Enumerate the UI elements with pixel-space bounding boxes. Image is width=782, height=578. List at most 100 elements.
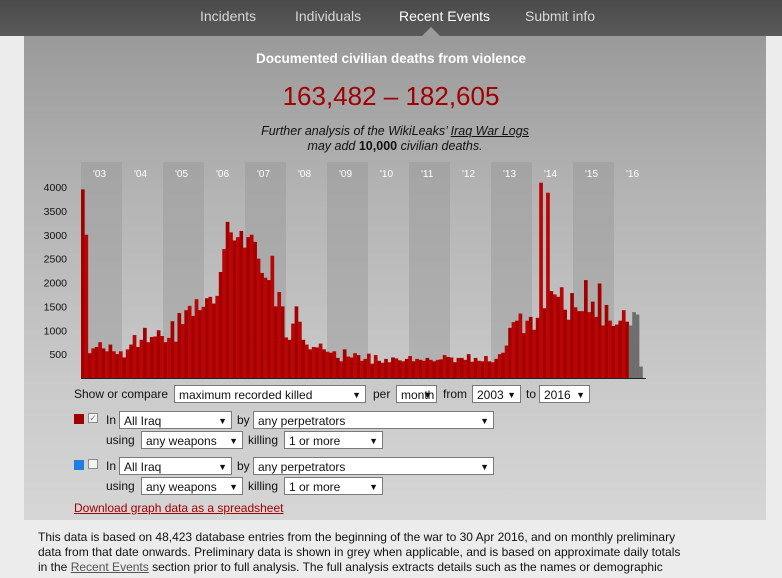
chart-bar-preliminary: [628, 325, 633, 378]
metric-select[interactable]: maximum recorded killed ▼: [174, 385, 366, 403]
chart-bar: [466, 354, 471, 379]
series1-by-label: by: [237, 413, 250, 427]
chart-bar: [422, 360, 426, 378]
tab-individuals[interactable]: Individuals: [295, 8, 361, 24]
chart-bar: [525, 320, 530, 378]
series1-perpetrators-select[interactable]: any perpetrators ▼: [253, 411, 494, 429]
monthly-deaths-chart: '03 '04 '05 '06 '07 '08 '09 '10 '11 '12 '13 '14 '15 '…: [44, 162, 646, 379]
series1-weapons-select[interactable]: any weapons ▼: [141, 431, 243, 449]
chart-bar: [318, 343, 323, 378]
recent-events-link[interactable]: Recent Events: [71, 560, 149, 574]
description-line-3: in the Recent Events section prior to fu…: [38, 560, 750, 575]
series1-checkbox[interactable]: ✓: [88, 413, 98, 423]
show-compare-label: Show or compare: [74, 387, 169, 401]
series1-region-select[interactable]: All Iraq ▼: [119, 411, 232, 429]
chart-bar: [218, 272, 223, 378]
chart-bar: [98, 342, 102, 378]
death-count-range: 163,482 – 182,605: [282, 81, 500, 111]
chart-bar: [294, 306, 299, 379]
chart-bar: [335, 357, 340, 378]
further-line2-prefix: may add: [307, 139, 359, 153]
chart-bar: [542, 308, 547, 378]
x-tick-label: '11: [421, 169, 434, 180]
chart-bar: [122, 357, 127, 378]
chart-bar: [125, 349, 130, 378]
to-label: to: [526, 387, 537, 401]
series1-color-swatch[interactable]: [74, 414, 84, 424]
data-description: This data is based on 48,423 database en…: [38, 530, 750, 575]
chart-bar: [325, 351, 330, 378]
chart-bar: [601, 325, 605, 378]
download-spreadsheet-link[interactable]: Download graph data as a spreadsheet: [74, 501, 283, 515]
chart-bar: [129, 344, 133, 378]
chart-bar: [208, 296, 213, 378]
chart-bar: [360, 360, 364, 378]
series2-weapons-value: any weapons: [146, 480, 217, 494]
chart-bar: [163, 342, 168, 378]
chart-bar: [608, 320, 612, 378]
chart-bar: [442, 355, 447, 378]
chevron-down-icon: ▼: [423, 390, 432, 400]
chart-bar: [284, 337, 288, 378]
chevron-down-icon: ▼: [369, 482, 378, 492]
chart-bar: [408, 356, 412, 378]
series2-color-swatch[interactable]: [74, 460, 84, 470]
series2-count-select[interactable]: 1 or more ▼: [284, 477, 383, 495]
chart-bar: [411, 361, 416, 378]
x-tick-label: '05: [175, 169, 188, 180]
series2-perpetrators-select[interactable]: any perpetrators ▼: [253, 457, 494, 475]
chart-bar: [304, 344, 309, 378]
chart-bar: [552, 294, 557, 378]
series2-checkbox[interactable]: [88, 459, 98, 469]
chart-bar: [511, 322, 516, 378]
series1-count-select[interactable]: 1 or more ▼: [284, 431, 383, 449]
chart-bar: [428, 359, 433, 378]
chart-bar: [170, 321, 175, 378]
chart-bar: [463, 359, 468, 378]
chart-bar: [370, 363, 375, 379]
series2-region-select[interactable]: All Iraq ▼: [119, 457, 232, 475]
chart-bar: [232, 240, 237, 378]
to-year-select[interactable]: 2016 ▼: [539, 385, 590, 403]
chart-bar: [573, 307, 578, 378]
series2-weapons-select[interactable]: any weapons ▼: [141, 477, 243, 495]
chart-bar: [184, 310, 189, 378]
description-line-3-suffix: section prior to full analysis. The full…: [148, 560, 663, 574]
chart-bar: [373, 355, 378, 378]
series2-killing-label: killing: [248, 479, 279, 493]
from-year-select[interactable]: 2003 ▼: [472, 385, 521, 403]
chart-bar: [136, 346, 140, 378]
period-select[interactable]: month ▼: [396, 385, 437, 403]
chart-bar: [387, 362, 392, 378]
y-tick-label: 1000: [44, 325, 68, 337]
chart-bar: [253, 241, 257, 378]
chart-bar: [81, 189, 85, 378]
chart-bar: [604, 304, 609, 378]
tab-submit-info[interactable]: Submit info: [525, 8, 595, 24]
x-tick-label: '13: [503, 169, 516, 180]
chart-bar: [618, 320, 623, 378]
chart-bar: [380, 362, 385, 378]
y-tick-label: 3500: [44, 206, 68, 218]
chart-bar: [280, 306, 285, 379]
chevron-down-icon: ▼: [218, 416, 227, 426]
chart-bar: [201, 306, 206, 378]
chart-bar: [490, 362, 495, 378]
chart-bar: [132, 335, 137, 379]
chart-bar: [260, 272, 264, 378]
chart-bar: [497, 354, 502, 379]
chart-bar: [459, 357, 464, 378]
chart-bar: [149, 336, 154, 378]
tab-incidents[interactable]: Incidents: [200, 8, 256, 24]
iraq-war-logs-link[interactable]: Iraq War Logs: [451, 124, 529, 138]
chart-bar: [473, 357, 478, 378]
chart-bar: [194, 299, 199, 378]
chart-bar: [501, 352, 505, 378]
x-tick-label: '12: [462, 169, 475, 180]
chart-bar: [87, 353, 92, 378]
series2-perpetrators-value: any perpetrators: [258, 460, 346, 474]
chart-bar: [404, 358, 409, 378]
chart-bar: [521, 333, 526, 378]
tab-recent-events[interactable]: Recent Events: [399, 8, 490, 24]
chart-bar: [415, 358, 419, 378]
